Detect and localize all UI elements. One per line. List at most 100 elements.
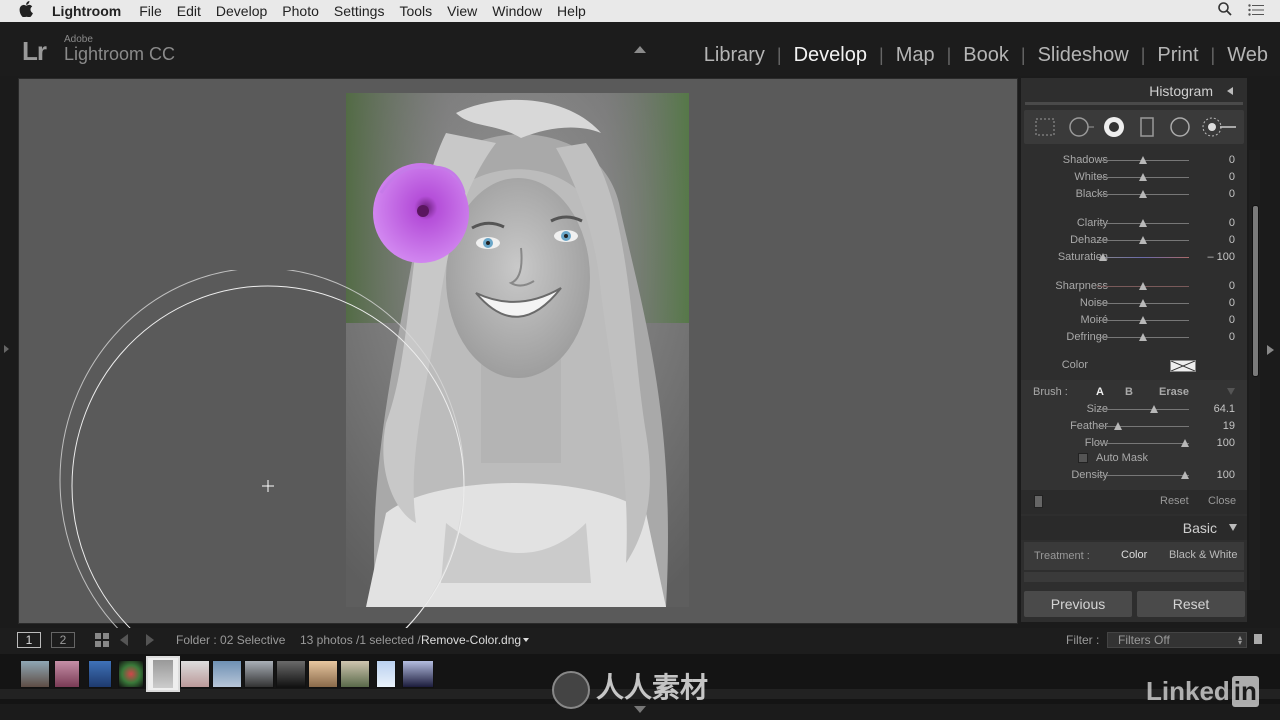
filter-dropdown[interactable]: Filters Off ▴ ▾ [1107, 632, 1247, 648]
view-2-button[interactable]: 2 [51, 632, 75, 648]
menu-window[interactable]: Window [492, 3, 542, 19]
reset-button[interactable]: Reset [1137, 591, 1245, 617]
thumbnail[interactable] [376, 660, 396, 688]
graduated-filter-icon[interactable] [1140, 117, 1154, 137]
scrollbar-thumb[interactable] [1252, 205, 1259, 377]
slider-clarity[interactable]: Clarity 0 [1021, 215, 1247, 231]
slider-knob[interactable] [1139, 156, 1147, 164]
thumbnail[interactable] [244, 660, 274, 688]
left-panel-toggle-icon[interactable] [4, 345, 9, 353]
thumbnail[interactable] [212, 660, 242, 688]
histogram-header[interactable]: Histogram [1021, 78, 1247, 102]
brush-b-tab[interactable]: B [1125, 386, 1133, 398]
brush-collapse-icon[interactable] [1227, 388, 1235, 395]
adjustment-brush-icon[interactable] [1202, 117, 1236, 137]
slider-knob[interactable] [1139, 299, 1147, 307]
slider-size[interactable]: Size 64.1 [1021, 401, 1247, 417]
folder-label[interactable]: Folder : 02 Selective [176, 633, 285, 647]
slider-flow[interactable]: Flow 100 [1021, 435, 1247, 451]
slider-feather[interactable]: Feather 19 [1021, 418, 1247, 434]
slider-knob[interactable] [1139, 219, 1147, 227]
slider-knob[interactable] [1181, 471, 1189, 479]
slider-knob[interactable] [1139, 190, 1147, 198]
menu-photo[interactable]: Photo [282, 3, 319, 19]
brush-a-tab[interactable]: A [1096, 386, 1104, 398]
panel-scrollbar[interactable] [1249, 150, 1260, 590]
forward-arrow-icon[interactable] [146, 634, 154, 646]
radial-filter-icon[interactable] [1170, 117, 1190, 137]
brush-erase-tab[interactable]: Erase [1159, 386, 1189, 398]
crop-overlay-icon[interactable] [1035, 118, 1055, 136]
slider-whites[interactable]: Whites 0 [1021, 169, 1247, 185]
menu-develop[interactable]: Develop [216, 3, 267, 19]
thumbnail[interactable] [180, 660, 210, 688]
slider-density[interactable]: Density 100 [1021, 467, 1247, 483]
slider-knob[interactable] [1139, 173, 1147, 181]
color-swatch[interactable] [1170, 360, 1196, 372]
red-eye-icon[interactable] [1104, 117, 1124, 137]
menu-tools[interactable]: Tools [399, 3, 432, 19]
mask-reset-button[interactable]: Reset [1160, 495, 1189, 507]
filename-dropdown[interactable]: Remove-Color.dng [421, 633, 521, 647]
module-slideshow[interactable]: Slideshow [1038, 44, 1129, 67]
slider-knob[interactable] [1099, 253, 1107, 261]
auto-mask-checkbox[interactable] [1078, 453, 1088, 463]
back-arrow-icon[interactable] [120, 634, 128, 646]
thumbnail[interactable] [402, 660, 434, 688]
view-1-button[interactable]: 1 [17, 632, 41, 648]
thumbnail[interactable] [20, 660, 50, 688]
slider-knob[interactable] [1139, 282, 1147, 290]
mask-close-button[interactable]: Close [1208, 495, 1236, 507]
menu-view[interactable]: View [447, 3, 477, 19]
thumbnail[interactable] [54, 660, 80, 688]
thumbnail-selected[interactable] [146, 656, 180, 692]
list-icon[interactable] [1248, 3, 1264, 19]
module-book[interactable]: Book [963, 44, 1009, 67]
slider-knob[interactable] [1114, 422, 1122, 430]
right-panel-toggle-icon[interactable] [1267, 345, 1274, 355]
filter-lock-icon[interactable] [1254, 634, 1262, 644]
slider-saturation[interactable]: Saturation – 100 [1021, 249, 1247, 265]
mask-toggle-switch[interactable] [1034, 495, 1043, 508]
module-print[interactable]: Print [1157, 44, 1198, 67]
apple-icon[interactable] [19, 1, 41, 21]
slider-knob[interactable] [1150, 405, 1158, 413]
spot-removal-icon[interactable] [1069, 117, 1094, 137]
thumbnail[interactable] [308, 660, 338, 688]
thumbnail[interactable] [340, 660, 370, 688]
treatment-color-button[interactable]: Color [1121, 549, 1147, 561]
menu-edit[interactable]: Edit [177, 3, 201, 19]
slider-shadows[interactable]: Shadows 0 [1021, 152, 1247, 168]
collapse-triangle-icon[interactable] [1227, 87, 1233, 95]
thumbnail[interactable] [118, 660, 144, 688]
module-map[interactable]: Map [896, 44, 935, 67]
slider-noise[interactable]: Noise 0 [1021, 295, 1247, 311]
previous-button[interactable]: Previous [1024, 591, 1132, 617]
slider-defringe[interactable]: Defringe 0 [1021, 329, 1247, 345]
chevron-down-icon[interactable] [523, 638, 529, 642]
search-icon[interactable] [1218, 2, 1232, 19]
slider-knob[interactable] [1139, 236, 1147, 244]
thumbnail[interactable] [88, 660, 112, 688]
slider-sharpness[interactable]: Sharpness 0 [1021, 278, 1247, 294]
expand-triangle-icon[interactable] [1229, 524, 1237, 531]
slider-knob[interactable] [1139, 333, 1147, 341]
collapse-top-panel-icon[interactable] [634, 46, 646, 53]
basic-header[interactable]: Basic [1021, 516, 1247, 540]
slider-knob[interactable] [1139, 316, 1147, 324]
slider-blacks[interactable]: Blacks 0 [1021, 186, 1247, 202]
menu-help[interactable]: Help [557, 3, 586, 19]
grid-icon[interactable] [95, 633, 109, 650]
module-web[interactable]: Web [1227, 44, 1268, 67]
menu-lightroom[interactable]: Lightroom [52, 3, 121, 19]
module-library[interactable]: Library [704, 44, 765, 67]
slider-moire[interactable]: Moiré 0 [1021, 312, 1247, 328]
treatment-bw-button[interactable]: Black & White [1169, 549, 1237, 561]
slider-dehaze[interactable]: Dehaze 0 [1021, 232, 1247, 248]
thumbnail[interactable] [276, 660, 306, 688]
menu-file[interactable]: File [139, 3, 162, 19]
watermark-logo: 人人素材 [552, 666, 708, 709]
slider-knob[interactable] [1181, 439, 1189, 447]
menu-settings[interactable]: Settings [334, 3, 385, 19]
module-develop[interactable]: Develop [794, 44, 867, 67]
